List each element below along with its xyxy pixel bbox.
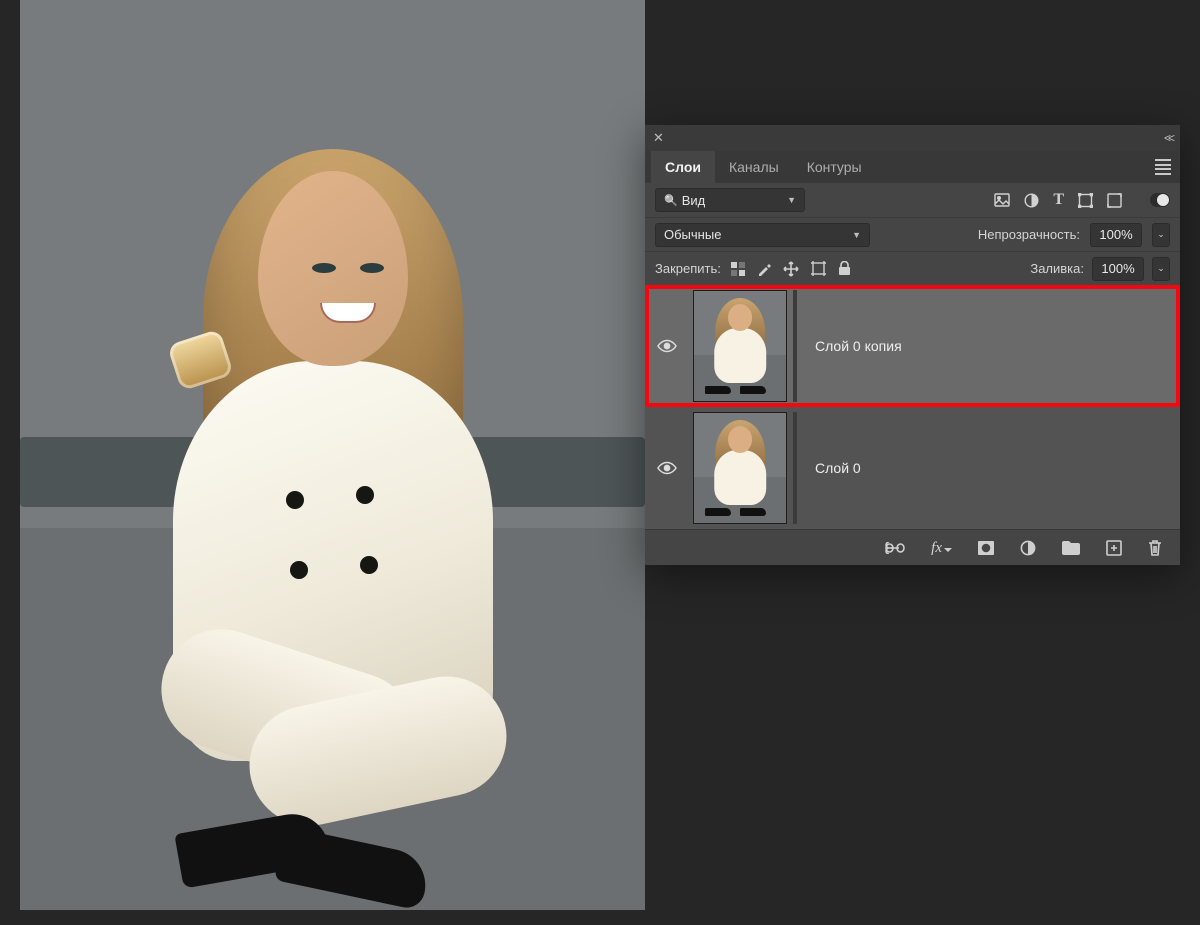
blend-mode-select[interactable]: Обычные ▼ — [655, 223, 870, 247]
group-icon[interactable] — [1062, 541, 1080, 555]
tab-label: Слои — [665, 159, 701, 175]
blend-opacity-row: Обычные ▼ Непрозрачность: 100% ⌄ — [645, 217, 1180, 251]
panel-footer: fx — [645, 529, 1180, 565]
tab-layers[interactable]: Слои — [651, 151, 715, 183]
layer-thumbnail[interactable] — [693, 412, 787, 524]
artboard-lock-icon[interactable] — [811, 261, 826, 276]
trash-icon[interactable] — [1148, 540, 1162, 556]
adjustment-icon[interactable] — [1024, 193, 1039, 208]
collapse-icon[interactable]: << — [1164, 131, 1172, 145]
visibility-toggle[interactable] — [645, 339, 689, 353]
close-icon[interactable]: ✕ — [653, 130, 664, 146]
fill-label: Заливка: — [1030, 261, 1084, 276]
layer-row[interactable]: Слой 0 копия — [645, 285, 1180, 407]
mask-divider — [793, 290, 797, 402]
layer-name[interactable]: Слой 0 копия — [815, 338, 902, 354]
opacity-label: Непрозрачность: — [978, 227, 1080, 242]
new-layer-icon[interactable] — [1106, 540, 1122, 556]
type-icon[interactable]: T — [1053, 191, 1064, 209]
layer-list: Слой 0 копия Слой 0 — [645, 285, 1180, 529]
panel-titlebar[interactable]: ✕ << — [645, 125, 1180, 151]
blend-mode-value: Обычные — [664, 227, 721, 242]
layer-filter-select[interactable]: Вид ▼ — [655, 188, 805, 212]
visibility-toggle[interactable] — [645, 461, 689, 475]
layer-row[interactable]: Слой 0 — [645, 407, 1180, 529]
link-icon[interactable] — [885, 542, 905, 554]
tab-label: Каналы — [729, 159, 779, 175]
tab-label: Контуры — [807, 159, 862, 175]
opacity-value[interactable]: 100% — [1090, 223, 1142, 247]
smartobject-icon[interactable] — [1107, 193, 1122, 208]
move-lock-icon[interactable] — [783, 261, 799, 277]
pixels-lock-icon[interactable] — [731, 262, 745, 276]
adjustment-layer-icon[interactable] — [1020, 540, 1036, 556]
fill-chevron-icon[interactable]: ⌄ — [1152, 257, 1170, 281]
layer-thumbnail[interactable] — [693, 290, 787, 402]
chevron-down-icon: ▼ — [787, 195, 796, 205]
lock-fill-row: Закрепить: Заливка: 100% ⌄ — [645, 251, 1180, 285]
layer-filter-row: Вид ▼ T — [645, 183, 1180, 217]
tab-paths[interactable]: Контуры — [793, 151, 876, 183]
mask-icon[interactable] — [978, 541, 994, 555]
document-canvas[interactable] — [20, 0, 645, 910]
layer-filter-label: Вид — [682, 193, 706, 208]
layers-panel: ✕ << Слои Каналы Контуры Вид ▼ T Обычные… — [645, 125, 1180, 565]
mask-divider — [793, 412, 797, 524]
canvas-subject — [118, 131, 548, 891]
shape-icon[interactable] — [1078, 193, 1093, 208]
panel-menu-icon[interactable] — [1152, 157, 1174, 178]
filter-toggle[interactable] — [1150, 193, 1170, 207]
panel-tabs: Слои Каналы Контуры — [645, 151, 1180, 183]
brush-lock-icon[interactable] — [757, 262, 771, 276]
chevron-down-icon: ▼ — [852, 230, 861, 240]
opacity-chevron-icon[interactable]: ⌄ — [1152, 223, 1170, 247]
fx-icon[interactable]: fx — [931, 540, 952, 557]
fill-value[interactable]: 100% — [1092, 257, 1144, 281]
lock-label: Закрепить: — [655, 261, 721, 276]
image-icon[interactable] — [994, 193, 1010, 207]
layer-name[interactable]: Слой 0 — [815, 460, 861, 476]
tab-channels[interactable]: Каналы — [715, 151, 793, 183]
all-lock-icon[interactable] — [838, 261, 851, 276]
